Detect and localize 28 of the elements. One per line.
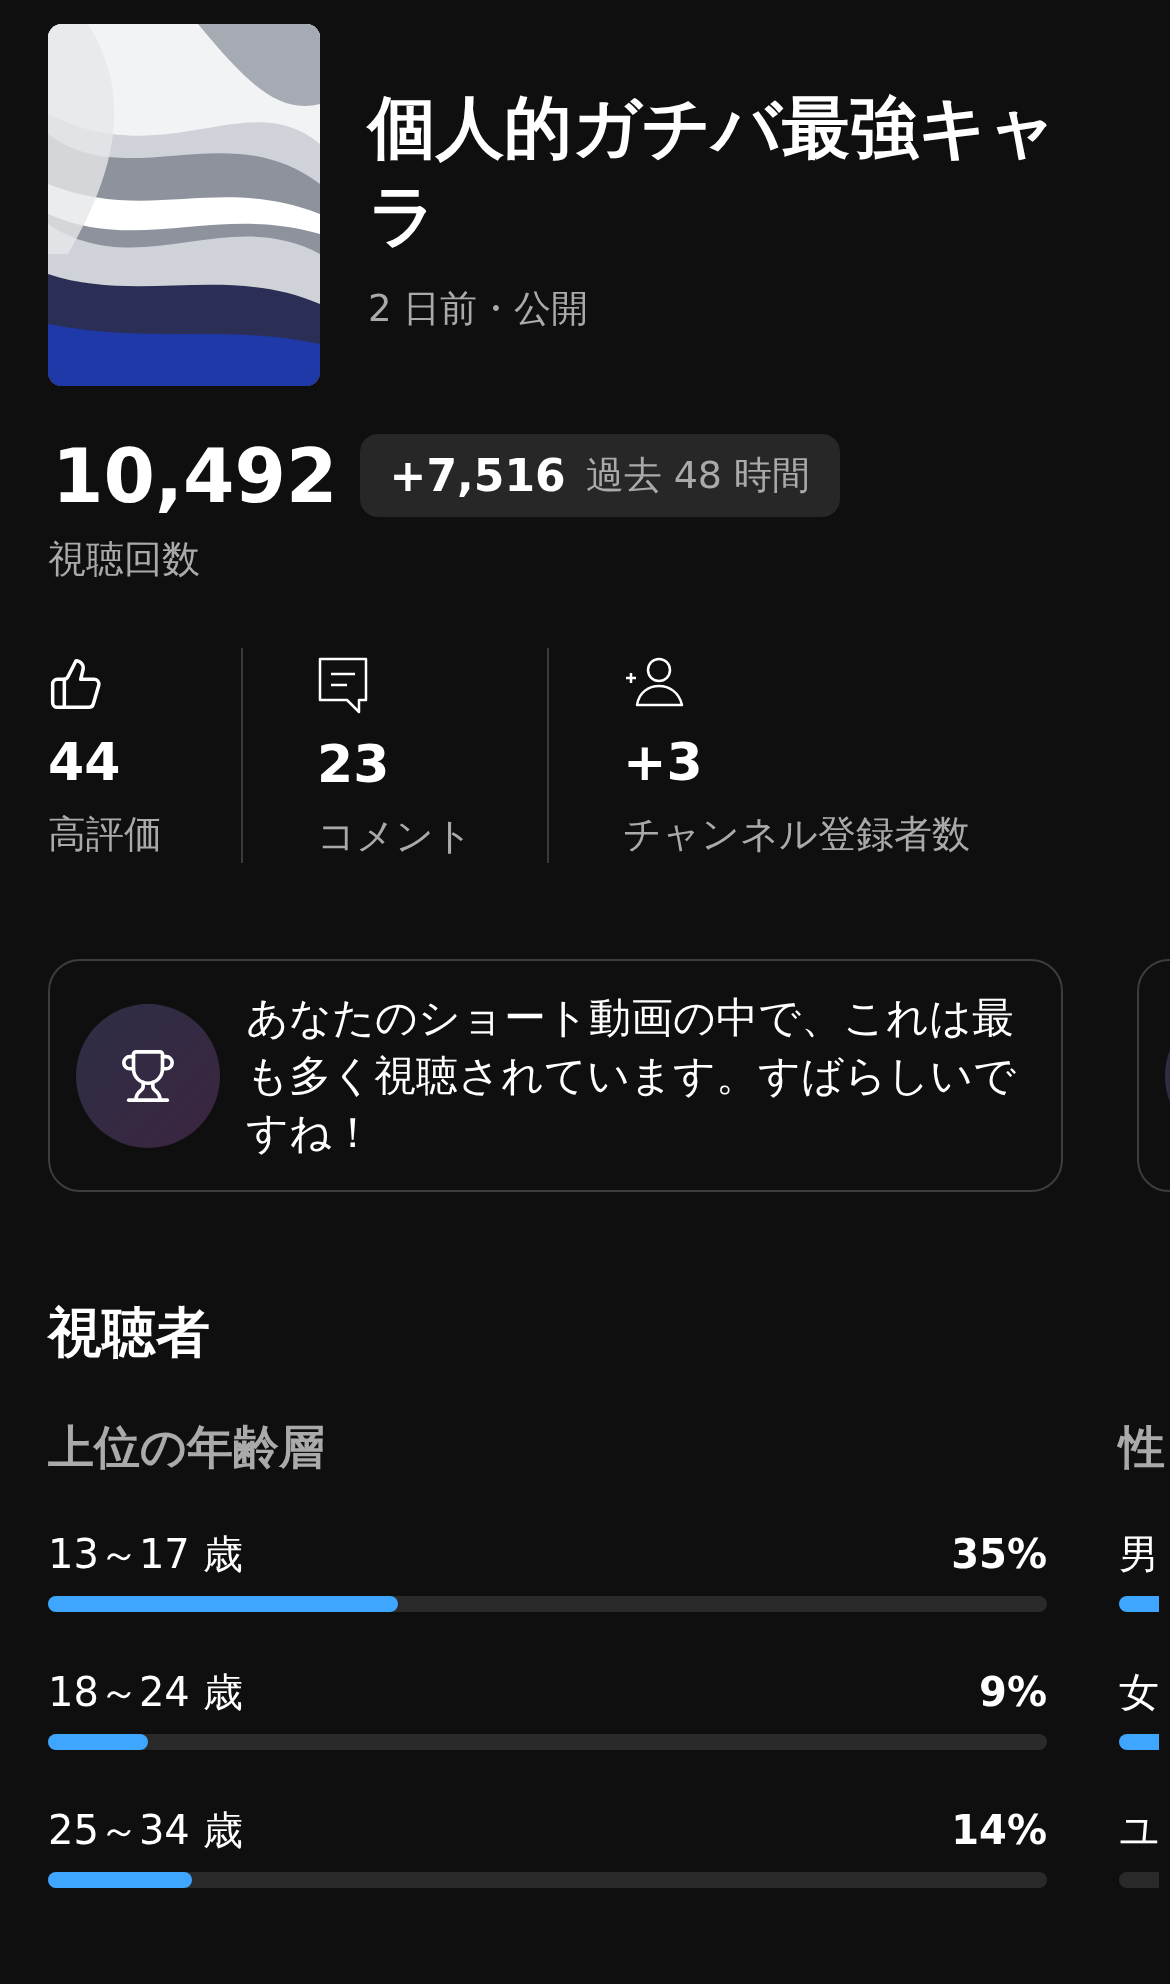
- stat-label: 高評価: [48, 811, 162, 858]
- range-label: 女: [1119, 1672, 1159, 1712]
- insight-message: あなたのショート動画の中で、これは最も多く視聴されています。すばらしいですね！: [246, 991, 1017, 1160]
- stat-label: コメント: [317, 813, 473, 860]
- stat-value: 23: [317, 738, 390, 790]
- delta-value: +7,516: [389, 448, 566, 503]
- stat-label: チャンネル登録者数: [623, 811, 970, 858]
- add-user-icon: [623, 656, 685, 708]
- percent-value: 35%: [951, 1534, 1047, 1574]
- thumbs-up-icon: [48, 656, 104, 712]
- range-label: 18～24 歳: [48, 1672, 243, 1712]
- range-label: 男: [1119, 1534, 1159, 1574]
- stat-value: +3: [623, 736, 703, 788]
- publish-info: 2 日前・公開: [368, 285, 590, 332]
- video-title: 個人的ガチバ最強キャラ: [368, 87, 1059, 258]
- section-title: 視聴者: [46, 1300, 210, 1366]
- views-label: 視聴回数: [47, 536, 200, 583]
- range-label: 25～34 歳: [48, 1810, 243, 1850]
- range-label: 13～17 歳: [48, 1534, 243, 1574]
- group-title: 性: [1119, 1419, 1165, 1476]
- stat-value: 44: [48, 736, 121, 788]
- comment-icon: [317, 656, 369, 716]
- range-label: ユ: [1119, 1810, 1160, 1850]
- percent-value: 14%: [951, 1810, 1047, 1850]
- delta-period: 過去 48 時間: [585, 452, 811, 499]
- group-title: 上位の年齢層: [48, 1419, 325, 1476]
- view-count: 10,492: [52, 438, 338, 513]
- percent-value: 9%: [979, 1672, 1047, 1712]
